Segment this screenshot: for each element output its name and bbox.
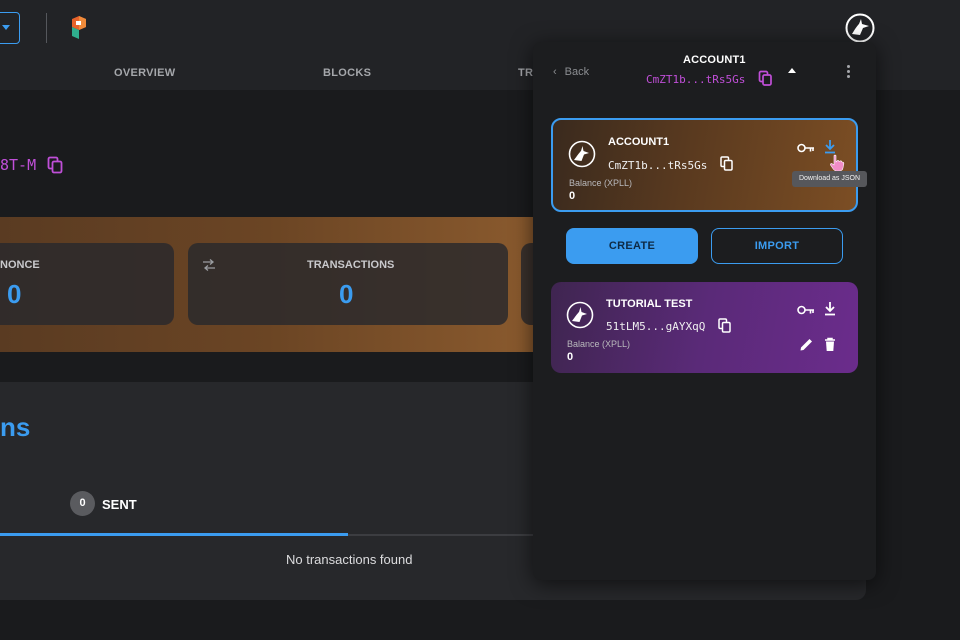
sent-count-badge: 0 bbox=[70, 491, 95, 516]
stat-label: NONCE bbox=[0, 259, 40, 271]
chevron-left-icon: ‹ bbox=[553, 66, 557, 78]
wallet-extension-icon[interactable] bbox=[845, 13, 875, 43]
balance-label: Balance (XPLL) bbox=[569, 178, 633, 188]
empty-state-message: No transactions found bbox=[286, 552, 413, 567]
tab-transactions[interactable]: TR bbox=[518, 67, 533, 79]
hand-cursor-icon bbox=[830, 154, 845, 172]
key-icon[interactable] bbox=[797, 143, 815, 153]
copy-icon[interactable] bbox=[718, 318, 732, 334]
balance-label: Balance (XPLL) bbox=[567, 339, 631, 349]
chevron-up-icon[interactable] bbox=[788, 68, 796, 73]
download-icon[interactable] bbox=[823, 301, 837, 316]
back-label: Back bbox=[564, 66, 590, 78]
stat-value: 0 bbox=[339, 279, 354, 309]
app-logo[interactable] bbox=[70, 15, 88, 41]
trash-icon[interactable] bbox=[824, 337, 836, 352]
tab-overview[interactable]: OVERVIEW bbox=[114, 67, 176, 79]
transactions-title: ns bbox=[0, 412, 31, 442]
account-address: 8T-M bbox=[0, 156, 37, 174]
swap-icon bbox=[203, 259, 215, 271]
balance-value: 0 bbox=[567, 351, 574, 363]
copy-icon[interactable] bbox=[47, 156, 63, 174]
chevron-down-icon bbox=[2, 25, 10, 30]
account-address: 51tLM5...gAYXqQ bbox=[606, 320, 706, 333]
download-icon[interactable] bbox=[823, 139, 837, 154]
account-name: TUTORIAL TEST bbox=[606, 298, 693, 310]
edit-icon[interactable] bbox=[799, 337, 814, 352]
popup-title: ACCOUNT1 bbox=[683, 54, 746, 66]
stat-card-transactions: TRANSACTIONS 0 bbox=[188, 243, 508, 325]
back-button[interactable]: ‹ Back bbox=[553, 66, 589, 78]
account-card-active[interactable]: ACCOUNT1 CmZT1b...tRs5Gs Balance (XPLL) … bbox=[551, 118, 858, 212]
tab-blocks[interactable]: BLOCKS bbox=[323, 67, 371, 79]
divider bbox=[46, 13, 47, 43]
account-name: ACCOUNT1 bbox=[608, 136, 670, 148]
stat-label: TRANSACTIONS bbox=[307, 259, 395, 271]
import-account-button[interactable]: IMPORT bbox=[711, 228, 843, 264]
network-selector[interactable] bbox=[0, 12, 20, 44]
tab-sent[interactable]: SENT bbox=[102, 497, 137, 512]
more-options-icon[interactable] bbox=[847, 65, 851, 79]
key-icon[interactable] bbox=[797, 305, 815, 315]
create-account-button[interactable]: CREATE bbox=[566, 228, 698, 264]
account-card[interactable]: TUTORIAL TEST 51tLM5...gAYXqQ Balance (X… bbox=[551, 282, 858, 373]
popup-address: CmZT1b...tRs5Gs bbox=[646, 73, 746, 86]
wallet-popup: ‹ Back ACCOUNT1 CmZT1b...tRs5Gs ACCOUNT1 … bbox=[533, 42, 876, 580]
account-logo-icon bbox=[566, 301, 594, 329]
account-address: CmZT1b...tRs5Gs bbox=[608, 159, 708, 172]
copy-icon[interactable] bbox=[758, 70, 773, 87]
stats-banner: NONCE 0 TRANSACTIONS 0 bbox=[0, 217, 581, 352]
copy-icon[interactable] bbox=[720, 156, 734, 172]
app-root: OVERVIEW BLOCKS TR 8T-M NONCE 0 TRANSACT… bbox=[0, 0, 960, 640]
stat-card-nonce: NONCE 0 bbox=[0, 243, 174, 325]
stat-value: 0 bbox=[7, 279, 22, 309]
balance-value: 0 bbox=[569, 190, 576, 202]
download-tooltip: Download as JSON bbox=[792, 171, 867, 187]
active-tab-indicator bbox=[0, 533, 348, 536]
account-logo-icon bbox=[568, 140, 596, 168]
